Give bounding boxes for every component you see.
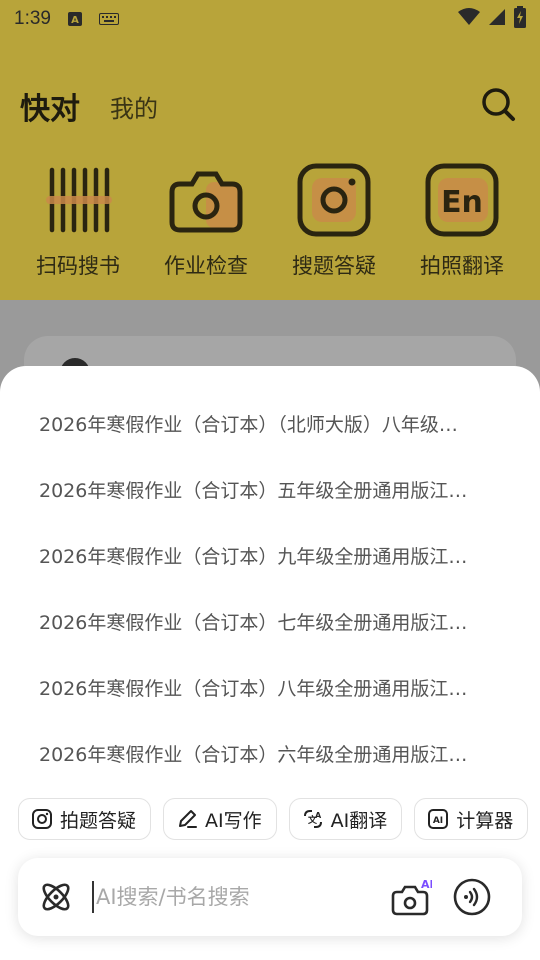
translate-en-icon: En: [422, 160, 502, 240]
chip-label: 计算器: [456, 809, 514, 832]
tool-label: 作业检查: [164, 254, 248, 278]
chip-label: 拍题答疑: [60, 809, 137, 832]
ai-badge: AI: [421, 878, 432, 891]
tool-scan-book[interactable]: 扫码搜书: [14, 160, 142, 280]
tool-photo-translate[interactable]: En 拍照翻译: [398, 160, 526, 280]
wifi-icon: [458, 8, 480, 30]
chip-ai-writing[interactable]: AI写作: [163, 798, 277, 840]
chip-label: AI翻译: [330, 809, 388, 832]
camera-icon: [32, 809, 52, 829]
top-tabs: 快对 我的: [20, 80, 520, 128]
suggestion-item[interactable]: 2026年寒假作业（合订本）六年级全册通用版江…: [0, 720, 540, 786]
suggestion-item[interactable]: 2026年寒假作业（合订本）七年级全册通用版江…: [0, 588, 540, 654]
pen-icon: [179, 810, 198, 828]
suggestion-item[interactable]: 2026年寒假作业（合订本）九年级全册通用版江…: [0, 522, 540, 588]
status-bar: 1:39 A: [0, 0, 540, 38]
atom-icon[interactable]: [36, 877, 76, 917]
status-time: 1:39: [14, 8, 51, 29]
signal-icon: [488, 8, 506, 30]
svg-text:AI: AI: [433, 816, 443, 826]
suggestion-list: 2026年寒假作业（合订本）（北师大版）八年级… 2026年寒假作业（合订本）五…: [0, 390, 540, 786]
svg-text:En: En: [441, 185, 483, 220]
a-notification-icon: A: [67, 11, 83, 27]
tool-label: 扫码搜书: [36, 254, 120, 278]
battery-charging-icon: [514, 6, 526, 32]
barcode-icon: [38, 160, 118, 240]
camera-check-icon: [166, 160, 246, 240]
voice-icon[interactable]: [452, 877, 492, 917]
search-input[interactable]: [96, 885, 386, 909]
suggestion-item[interactable]: 2026年寒假作业（合订本）五年级全册通用版江…: [0, 456, 540, 522]
svg-text:A: A: [71, 15, 79, 26]
tool-grid: 扫码搜书 作业检查 搜题答疑 En 拍照翻译: [14, 160, 526, 280]
text-caret: [92, 881, 94, 913]
ai-camera-icon[interactable]: AI: [390, 876, 434, 918]
suggestion-item[interactable]: 2026年寒假作业（合订本）八年级全册通用版江…: [0, 654, 540, 720]
tool-search-question[interactable]: 搜题答疑: [270, 160, 398, 280]
search-icon[interactable]: [478, 84, 518, 124]
tab-kuaidui[interactable]: 快对: [20, 84, 80, 128]
camera-search-icon: [294, 160, 374, 240]
svg-text:A: A: [315, 811, 322, 820]
chip-label: AI写作: [205, 809, 262, 832]
chip-ai-translate[interactable]: 文A AI翻译: [288, 798, 403, 840]
quick-action-chips: 拍题答疑 AI写作 文A AI翻译 AI 计算器: [18, 798, 540, 840]
chip-photo-question[interactable]: 拍题答疑: [18, 798, 152, 840]
tool-label: 拍照翻译: [420, 254, 504, 278]
chip-calculator[interactable]: AI 计算器: [414, 798, 529, 840]
suggestion-item[interactable]: 2026年寒假作业（合订本）（北师大版）八年级…: [0, 390, 540, 456]
tool-homework-check[interactable]: 作业检查: [142, 160, 270, 280]
keyboard-icon: [98, 13, 119, 25]
tool-label: 搜题答疑: [292, 254, 376, 278]
search-bottom-sheet: 2026年寒假作业（合订本）（北师大版）八年级… 2026年寒假作业（合订本）五…: [0, 366, 540, 960]
translate-icon: 文A: [303, 810, 322, 828]
search-bar: AI: [18, 858, 522, 936]
ai-calculator-icon: AI: [428, 809, 449, 829]
tab-mine[interactable]: 我的: [110, 89, 158, 124]
